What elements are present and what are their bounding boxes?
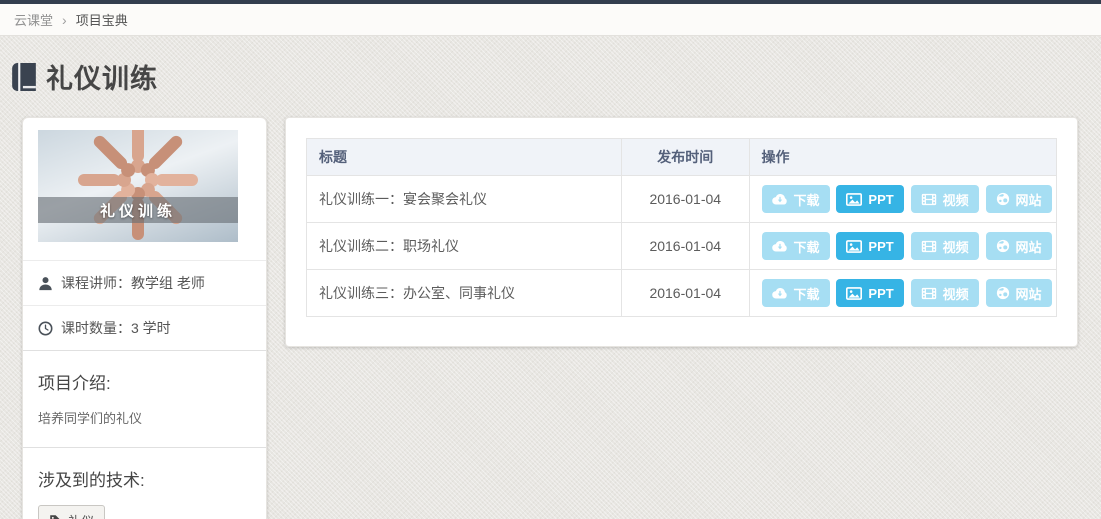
hours-label: 课时数量：3 学时	[61, 318, 171, 338]
video-button[interactable]: 视频	[911, 279, 979, 307]
page-header: 礼仪训练	[0, 36, 1101, 117]
button-label: 网站	[1016, 237, 1042, 256]
breadcrumb-home-link[interactable]: 云课堂	[14, 10, 53, 29]
button-label: 下载	[794, 190, 820, 209]
button-label: 视频	[943, 284, 969, 303]
video-button[interactable]: 视频	[911, 232, 979, 260]
download-button[interactable]: 下载	[762, 279, 830, 307]
tech-section: 涉及到的技术: 礼仪	[23, 447, 266, 519]
hours-row: 课时数量：3 学时	[23, 305, 266, 350]
table-row: 礼仪训练二：职场礼仪 2016-01-04 下载 PPT	[307, 223, 1057, 270]
globe-icon	[996, 239, 1010, 253]
user-icon	[38, 276, 53, 291]
download-button[interactable]: 下载	[762, 185, 830, 213]
cloud-download-icon	[772, 240, 788, 253]
tech-heading: 涉及到的技术:	[38, 466, 251, 491]
col-header-date: 发布时间	[622, 139, 750, 176]
ppt-button[interactable]: PPT	[836, 279, 903, 307]
intro-text: 培养同学们的礼仪	[38, 408, 251, 427]
lesson-date: 2016-01-04	[622, 223, 750, 270]
breadcrumb: 云课堂 › 项目宝典	[0, 4, 1101, 36]
instructor-label: 课程讲师：教学组 老师	[61, 273, 205, 293]
instructor-row: 课程讲师：教学组 老师	[23, 260, 266, 305]
lesson-date: 2016-01-04	[622, 176, 750, 223]
table-row: 礼仪训练三：办公室、同事礼仪 2016-01-04 下载 PPT	[307, 270, 1057, 317]
actions-cell: 下载 PPT 视频 网站	[749, 223, 1057, 270]
book-icon	[12, 63, 36, 91]
course-info-card: 礼仪训练 课程讲师：教学组 老师 课时数量：3 学时 项目介绍: 培养同学们的礼…	[22, 117, 267, 519]
cover-title-banner: 礼仪训练	[38, 197, 238, 223]
actions-cell: 下载 PPT 视频 网站	[749, 176, 1057, 223]
website-button[interactable]: 网站	[986, 279, 1052, 307]
breadcrumb-separator-icon: ›	[62, 12, 67, 28]
button-label: 视频	[943, 237, 969, 256]
breadcrumb-current: 项目宝典	[76, 10, 128, 29]
intro-section: 项目介绍: 培养同学们的礼仪	[23, 350, 266, 447]
intro-heading: 项目介绍:	[38, 369, 251, 394]
globe-icon	[996, 286, 1010, 300]
button-label: 网站	[1016, 190, 1042, 209]
tech-tag-button[interactable]: 礼仪	[38, 505, 105, 519]
film-icon	[921, 287, 937, 300]
col-header-title: 标题	[307, 139, 622, 176]
actions-cell: 下载 PPT 视频 网站	[749, 270, 1057, 317]
cloud-download-icon	[772, 287, 788, 300]
button-label: 视频	[943, 190, 969, 209]
lessons-panel: 标题 发布时间 操作 礼仪训练一：宴会聚会礼仪 2016-01-04 下载	[285, 117, 1078, 347]
lesson-date: 2016-01-04	[622, 270, 750, 317]
table-row: 礼仪训练一：宴会聚会礼仪 2016-01-04 下载 PPT	[307, 176, 1057, 223]
page-title: 礼仪训练	[46, 57, 158, 96]
picture-icon	[846, 287, 862, 300]
website-button[interactable]: 网站	[986, 185, 1052, 213]
cloud-download-icon	[772, 193, 788, 206]
website-button[interactable]: 网站	[986, 232, 1052, 260]
button-label: 下载	[794, 284, 820, 303]
course-cover-image: 礼仪训练	[38, 130, 238, 242]
lesson-title: 礼仪训练三：办公室、同事礼仪	[307, 270, 622, 317]
lesson-title: 礼仪训练一：宴会聚会礼仪	[307, 176, 622, 223]
lessons-table: 标题 发布时间 操作 礼仪训练一：宴会聚会礼仪 2016-01-04 下载	[306, 138, 1057, 317]
button-label: PPT	[868, 239, 893, 254]
cover-title: 礼仪训练	[100, 200, 176, 221]
ppt-button[interactable]: PPT	[836, 232, 903, 260]
film-icon	[921, 193, 937, 206]
button-label: PPT	[868, 192, 893, 207]
tag-icon	[49, 514, 62, 519]
clock-icon	[38, 321, 53, 336]
picture-icon	[846, 240, 862, 253]
ppt-button[interactable]: PPT	[836, 185, 903, 213]
lesson-title: 礼仪训练二：职场礼仪	[307, 223, 622, 270]
table-header-row: 标题 发布时间 操作	[307, 139, 1057, 176]
globe-icon	[996, 192, 1010, 206]
video-button[interactable]: 视频	[911, 185, 979, 213]
button-label: 网站	[1016, 284, 1042, 303]
tag-label: 礼仪	[68, 511, 94, 519]
button-label: 下载	[794, 237, 820, 256]
film-icon	[921, 240, 937, 253]
col-header-actions: 操作	[749, 139, 1057, 176]
picture-icon	[846, 193, 862, 206]
hands-circle-illustration	[38, 130, 238, 242]
button-label: PPT	[868, 286, 893, 301]
download-button[interactable]: 下载	[762, 232, 830, 260]
